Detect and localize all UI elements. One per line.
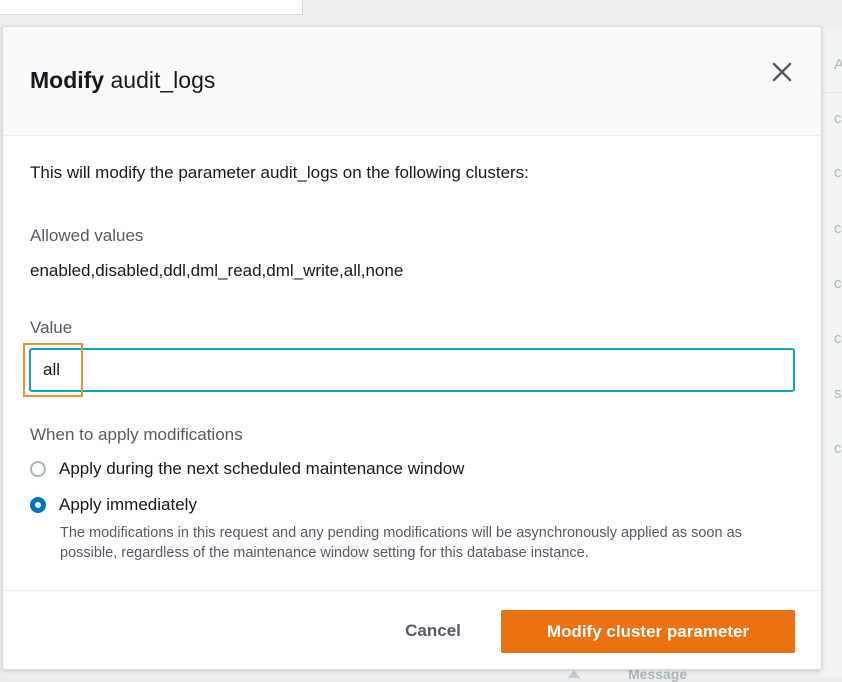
background-cell: c bbox=[834, 110, 842, 127]
cancel-button[interactable]: Cancel bbox=[383, 609, 483, 653]
apply-modifications-label: When to apply modifications bbox=[30, 425, 243, 444]
modal-title: Modify audit_logs bbox=[30, 67, 215, 94]
background-panel bbox=[0, 0, 303, 15]
modal-title-action: Modify bbox=[30, 67, 105, 93]
modal-intro-text: This will modify the parameter audit_log… bbox=[30, 163, 529, 182]
background-cell: s bbox=[834, 385, 842, 402]
modify-cluster-parameter-button[interactable]: Modify cluster parameter bbox=[501, 610, 795, 653]
modal-header: Modify audit_logs bbox=[3, 27, 821, 136]
background-cell: c bbox=[834, 164, 842, 181]
modal-title-parameter: audit_logs bbox=[110, 67, 216, 93]
radio-option-maintenance-window[interactable]: Apply during the next scheduled maintena… bbox=[30, 459, 464, 479]
radio-option-label: Apply immediately bbox=[59, 495, 197, 514]
sort-icon bbox=[568, 670, 580, 678]
allowed-values-text: enabled,disabled,ddl,dml_read,dml_write,… bbox=[30, 261, 404, 280]
close-button[interactable] bbox=[767, 57, 797, 87]
allowed-values-label: Allowed values bbox=[30, 226, 144, 245]
radio-option-label: Apply during the next scheduled maintena… bbox=[59, 459, 465, 478]
radio-unchecked-icon[interactable] bbox=[30, 461, 46, 477]
background-cell: c bbox=[834, 275, 842, 292]
modal-footer-divider bbox=[3, 590, 821, 591]
background-divider bbox=[820, 92, 842, 93]
radio-checked-icon[interactable] bbox=[30, 497, 46, 513]
value-input[interactable] bbox=[29, 348, 795, 392]
background-cell: c bbox=[834, 330, 842, 347]
apply-immediately-description: The modifications in this request and an… bbox=[60, 525, 742, 561]
radio-option-apply-immediately[interactable]: Apply immediately bbox=[30, 495, 197, 515]
value-label: Value bbox=[30, 318, 73, 337]
close-icon bbox=[772, 62, 792, 82]
background-cell: c bbox=[834, 440, 842, 457]
background-cell: c bbox=[834, 220, 842, 237]
background-column-header: A bbox=[834, 56, 842, 73]
modify-parameter-modal: Modify audit_logs This will modify the p… bbox=[2, 26, 822, 670]
